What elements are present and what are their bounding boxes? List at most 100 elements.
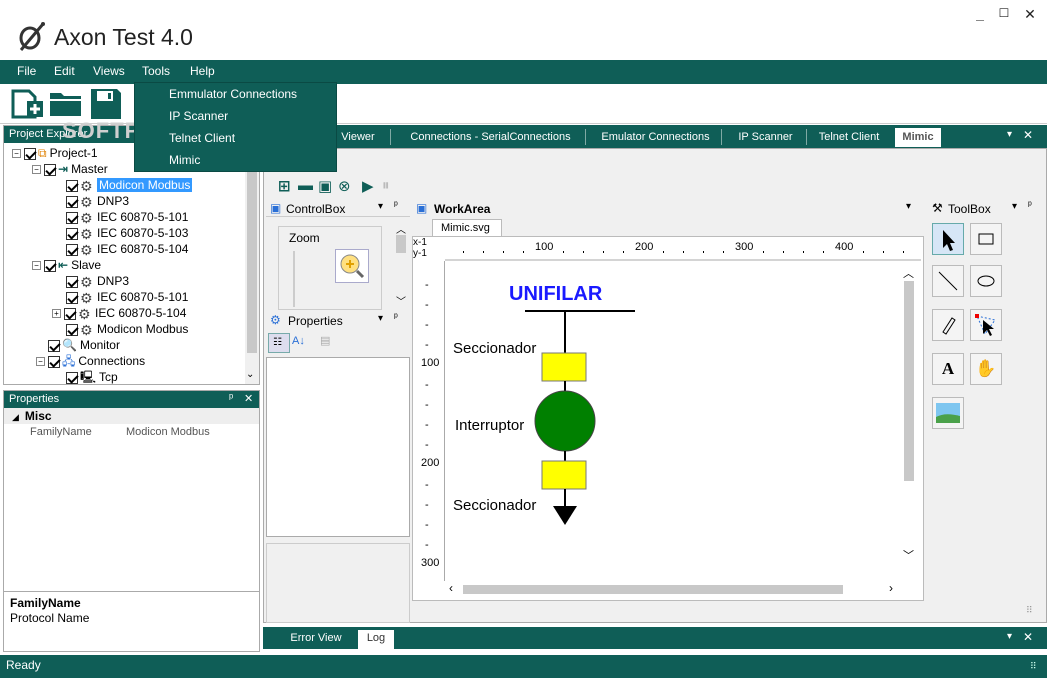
tree-item-iec101-master[interactable]: ⚙ IEC 60870-5-101 <box>66 209 188 225</box>
collapse-icon[interactable]: − <box>32 165 41 175</box>
scroll-thumb[interactable] <box>396 235 406 253</box>
tree-item-iec101-slave[interactable]: ⚙ IEC 60870-5-101 <box>66 289 188 305</box>
tab-ip-scanner[interactable]: IP Scanner <box>728 128 803 147</box>
file-tab-mimic-svg[interactable]: Mimic.svg <box>432 219 502 236</box>
node-edit-tool[interactable] <box>970 309 1002 341</box>
chevron-up-icon[interactable]: ︿ <box>903 265 914 281</box>
label-interruptor[interactable]: Interruptor <box>455 417 524 434</box>
canvas-hscrollbar[interactable]: ‹ › <box>449 581 899 597</box>
label-seccionador-bottom[interactable]: Seccionador <box>453 497 536 514</box>
close-button[interactable]: ✕ <box>1018 6 1042 26</box>
menu-views[interactable]: Views <box>93 64 125 78</box>
zoom-in-button[interactable] <box>335 249 369 283</box>
minimize-button[interactable]: _ <box>968 6 992 26</box>
dropdown-arrow-icon[interactable]: ▾ <box>906 201 911 212</box>
save-icon[interactable] <box>89 87 123 121</box>
checkbox[interactable] <box>44 259 56 272</box>
checkbox[interactable] <box>48 355 60 368</box>
tab-viewer[interactable]: Viewer <box>333 128 383 147</box>
zoom-slider[interactable] <box>293 251 295 307</box>
collapse-icon[interactable]: − <box>12 149 21 159</box>
close-icon[interactable]: ✕ <box>1023 630 1033 644</box>
tree-item-monitor[interactable]: 🔍 Monitor <box>48 337 120 353</box>
menu-item-mimic[interactable]: Mimic <box>169 153 200 167</box>
tab-log[interactable]: Log <box>358 630 394 649</box>
tree-item-iec104-slave[interactable]: + ⚙ IEC 60870-5-104 <box>52 305 186 321</box>
tree-item-connections[interactable]: − 🖧 Connections <box>36 353 145 369</box>
rectangle-tool[interactable] <box>970 223 1002 255</box>
maximize-button[interactable]: ☐ <box>992 6 1016 26</box>
checkbox[interactable] <box>66 243 78 256</box>
chevron-down-icon[interactable]: ⌄ <box>246 369 254 380</box>
dropdown-arrow-icon[interactable]: ▾ <box>378 201 383 212</box>
tree-item-modicon-modbus-master[interactable]: ⚙ Modicon Modbus <box>66 177 193 193</box>
dropdown-arrow-icon[interactable]: ▾ <box>378 313 383 324</box>
scroll-thumb[interactable] <box>247 153 257 353</box>
explorer-scrollbar[interactable]: ⌄ <box>245 143 259 384</box>
checkbox[interactable] <box>66 227 78 240</box>
collapse-icon[interactable]: − <box>32 261 41 271</box>
chevron-left-icon[interactable]: ‹ <box>449 581 453 595</box>
checkbox[interactable] <box>66 371 78 384</box>
save-icon[interactable]: ▣ <box>318 177 332 195</box>
ellipse-tool[interactable] <box>970 265 1002 297</box>
tree-item-dnp3-master[interactable]: ⚙ DNP3 <box>66 193 129 209</box>
tree-item-tcp[interactable]: 🖳 Tcp <box>66 369 118 384</box>
property-group-misc[interactable]: ◢ Misc <box>4 408 259 424</box>
close-icon[interactable]: ✕ <box>1023 128 1033 142</box>
checkbox[interactable] <box>48 339 60 352</box>
pencil-tool[interactable] <box>932 309 964 341</box>
pin-icon[interactable]: ᵖ <box>394 312 398 323</box>
chevron-down-icon[interactable]: ﹀ <box>903 547 914 563</box>
circuit-breaker[interactable] <box>534 390 596 452</box>
resize-grip-icon[interactable]: ⠿ <box>1026 605 1033 616</box>
tree-item-modicon-modbus-slave[interactable]: ⚙ Modicon Modbus <box>66 321 188 337</box>
collapse-icon[interactable]: − <box>36 357 45 367</box>
pointer-tool[interactable] <box>932 223 964 255</box>
new-icon[interactable]: ⊞ <box>278 177 291 195</box>
chevron-down-icon[interactable]: ﹀ <box>396 293 406 308</box>
checkbox[interactable] <box>64 307 76 320</box>
checkbox[interactable] <box>66 179 78 192</box>
text-tool[interactable]: A <box>932 353 964 385</box>
pause-icon[interactable]: ⏸ <box>382 177 390 194</box>
tree-item-project[interactable]: − ⧉ Project-1 <box>12 145 98 161</box>
menu-tools[interactable]: Tools <box>142 64 170 78</box>
chevron-up-icon[interactable]: ︿ <box>396 221 406 236</box>
tab-telnet-client[interactable]: Telnet Client <box>813 128 885 147</box>
menu-edit[interactable]: Edit <box>54 64 75 78</box>
folder-icon[interactable]: ▬ <box>298 177 313 194</box>
new-project-icon[interactable] <box>10 87 46 121</box>
expand-icon[interactable]: + <box>52 309 61 319</box>
menu-help[interactable]: Help <box>190 64 215 78</box>
menu-file[interactable]: File <box>17 64 36 78</box>
tab-error-view[interactable]: Error View <box>281 630 351 647</box>
pin-icon[interactable]: ᵖ <box>1028 200 1032 211</box>
pin-icon[interactable]: ᵖ <box>229 392 233 404</box>
tab-connections-serial[interactable]: Connections - SerialConnections <box>398 128 583 147</box>
checkbox[interactable] <box>24 147 36 160</box>
categorized-button[interactable]: ☷ <box>268 333 290 353</box>
label-seccionador-top[interactable]: Seccionador <box>453 340 536 357</box>
sort-az-button[interactable]: A↓ <box>292 333 312 353</box>
canvas-vscrollbar[interactable]: ︿ ﹀ <box>901 265 917 565</box>
tab-mimic[interactable]: Mimic <box>895 128 941 147</box>
resize-grip-icon[interactable]: ⠿ <box>1030 661 1037 672</box>
menu-item-telnet-client[interactable]: Telnet Client <box>169 131 235 145</box>
play-icon[interactable]: ▶ <box>362 177 374 195</box>
tree-item-master[interactable]: − ⇥ Master <box>32 161 108 177</box>
tree-item-iec104-master[interactable]: ⚙ IEC 60870-5-104 <box>66 241 188 257</box>
image-tool[interactable] <box>932 397 964 429</box>
property-pages-button[interactable]: ▤ <box>320 333 340 353</box>
dropdown-arrow-icon[interactable]: ▾ <box>1012 201 1017 212</box>
checkbox[interactable] <box>66 195 78 208</box>
line-tool[interactable] <box>932 265 964 297</box>
pin-icon[interactable]: ᵖ <box>394 200 398 211</box>
diagram-title[interactable]: UNIFILAR <box>509 283 602 306</box>
cancel-icon[interactable]: ⊗ <box>338 177 351 195</box>
dropdown-arrow-icon[interactable]: ▾ <box>1007 129 1012 140</box>
tab-emulator-connections[interactable]: Emulator Connections <box>593 128 718 147</box>
tree-item-slave[interactable]: − ⇤ Slave <box>32 257 101 273</box>
tree-item-iec103-master[interactable]: ⚙ IEC 60870-5-103 <box>66 225 188 241</box>
scroll-thumb[interactable] <box>904 281 914 481</box>
